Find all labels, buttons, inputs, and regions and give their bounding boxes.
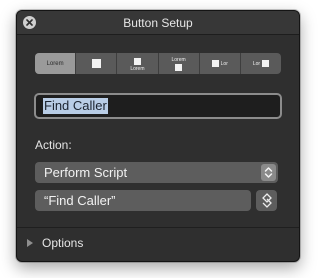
button-name-input[interactable]: Find Caller xyxy=(34,93,282,119)
square-icon xyxy=(91,59,101,68)
script-field[interactable]: “Find Caller” xyxy=(35,190,251,211)
window-title: Button Setup xyxy=(123,16,193,30)
square-icon xyxy=(133,57,141,65)
section-divider xyxy=(17,227,299,228)
square-icon xyxy=(211,60,219,67)
disclosure-triangle-icon xyxy=(27,239,33,247)
specify-script-button[interactable] xyxy=(256,190,277,211)
segment-icon-right-of-text[interactable]: Lor xyxy=(239,53,281,74)
title-bar: Button Setup xyxy=(17,11,299,35)
square-icon xyxy=(175,64,183,71)
options-label: Options xyxy=(42,236,84,250)
updown-chevron-icon xyxy=(261,164,276,181)
segment-label: Lorem xyxy=(130,65,145,72)
options-disclosure[interactable]: Options xyxy=(27,236,83,250)
label-position-segmented-control: Lorem Lorem Lorem Lor Lor xyxy=(35,53,281,74)
action-popup-menu[interactable]: Perform Script xyxy=(35,162,278,183)
segment-icon-only[interactable] xyxy=(75,53,116,74)
link-icon xyxy=(261,193,272,208)
segment-icon-left-of-text[interactable]: Lor xyxy=(198,53,240,74)
segment-text-only[interactable]: Lorem xyxy=(35,53,76,74)
square-icon xyxy=(262,60,270,67)
action-label: Action: xyxy=(35,138,72,152)
selected-text: Find Caller xyxy=(43,98,108,114)
segment-text-above-icon[interactable]: Lorem xyxy=(157,53,199,74)
script-name: “Find Caller” xyxy=(44,193,116,208)
segment-label: Lorem xyxy=(46,60,64,67)
button-setup-window: Button Setup Lorem Lorem Lorem Lor Lor F… xyxy=(16,10,300,262)
action-selected-value: Perform Script xyxy=(44,165,128,180)
segment-label: Lor xyxy=(220,60,228,67)
segment-label: Lor xyxy=(252,60,261,67)
segment-icon-above-text[interactable]: Lorem xyxy=(116,53,157,74)
segment-label: Lorem xyxy=(171,57,186,63)
